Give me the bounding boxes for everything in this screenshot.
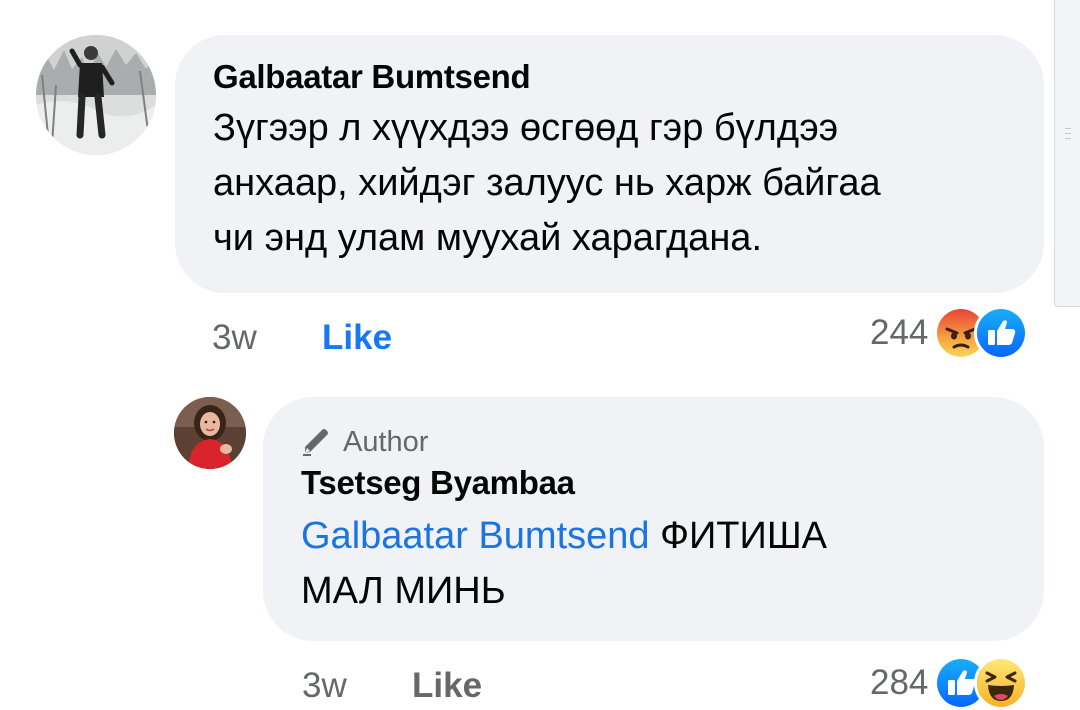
reply-reactions[interactable]: 284 <box>870 656 1029 710</box>
like-reaction-icon <box>974 306 1029 360</box>
comment-text-line: чи энд улам муухай харагдана. <box>213 217 762 259</box>
reply-avatar[interactable] <box>174 397 246 469</box>
author-badge-label: Author <box>343 425 429 458</box>
scrollbar[interactable] <box>1054 0 1080 307</box>
comment-like-button[interactable]: Like <box>322 318 392 358</box>
haha-reaction-icon <box>974 656 1029 710</box>
reply-text-segment: ФИТИША <box>660 515 827 557</box>
comment-reaction-count: 244 <box>870 313 929 352</box>
comment-reaction-icons <box>934 306 1029 360</box>
reply-text-line: МАЛ МИНЬ <box>301 570 506 612</box>
comment-reactions[interactable]: 244 <box>870 306 1029 360</box>
reply-timestamp[interactable]: 3w <box>302 666 347 706</box>
author-badge: Author <box>301 423 1006 461</box>
comment-bubble: Galbaatar Bumtsend Зүгээр л хүүхдээ өсгө… <box>175 35 1044 293</box>
avatar-photo <box>174 397 246 469</box>
reply-text: Galbaatar Bumtsend ФИТИША МАЛ МИНЬ <box>301 509 1006 619</box>
comment-text: Зүгээр л хүүхдээ өсгөөд гэр бүлдээ анхаа… <box>213 101 1006 266</box>
comment-author-name[interactable]: Galbaatar Bumtsend <box>213 57 1006 97</box>
pen-icon <box>301 428 331 456</box>
comment-text-line: анхаар, хийдэг залуус нь харж байгаа <box>213 162 881 204</box>
comment-timestamp[interactable]: 3w <box>212 318 257 358</box>
scrollbar-grip-icon[interactable] <box>1065 128 1071 142</box>
reply-author-name[interactable]: Tsetseg Byambaa <box>301 463 1006 503</box>
avatar-photo <box>36 35 156 155</box>
reply-text-line: Galbaatar Bumtsend ФИТИША <box>301 509 1006 564</box>
avatar[interactable] <box>36 35 156 155</box>
reply-reaction-icons <box>934 656 1029 710</box>
reply-bubble: Author Tsetseg Byambaa Galbaatar Bumtsen… <box>263 397 1044 641</box>
reply-mention-link[interactable]: Galbaatar Bumtsend <box>301 515 650 557</box>
reply-reaction-count: 284 <box>870 663 929 702</box>
comment-text-line: Зүгээр л хүүхдээ өсгөөд гэр бүлдээ <box>213 107 839 149</box>
reply-like-button[interactable]: Like <box>412 666 482 706</box>
comments-thread: Galbaatar Bumtsend Зүгээр л хүүхдээ өсгө… <box>0 0 1080 710</box>
